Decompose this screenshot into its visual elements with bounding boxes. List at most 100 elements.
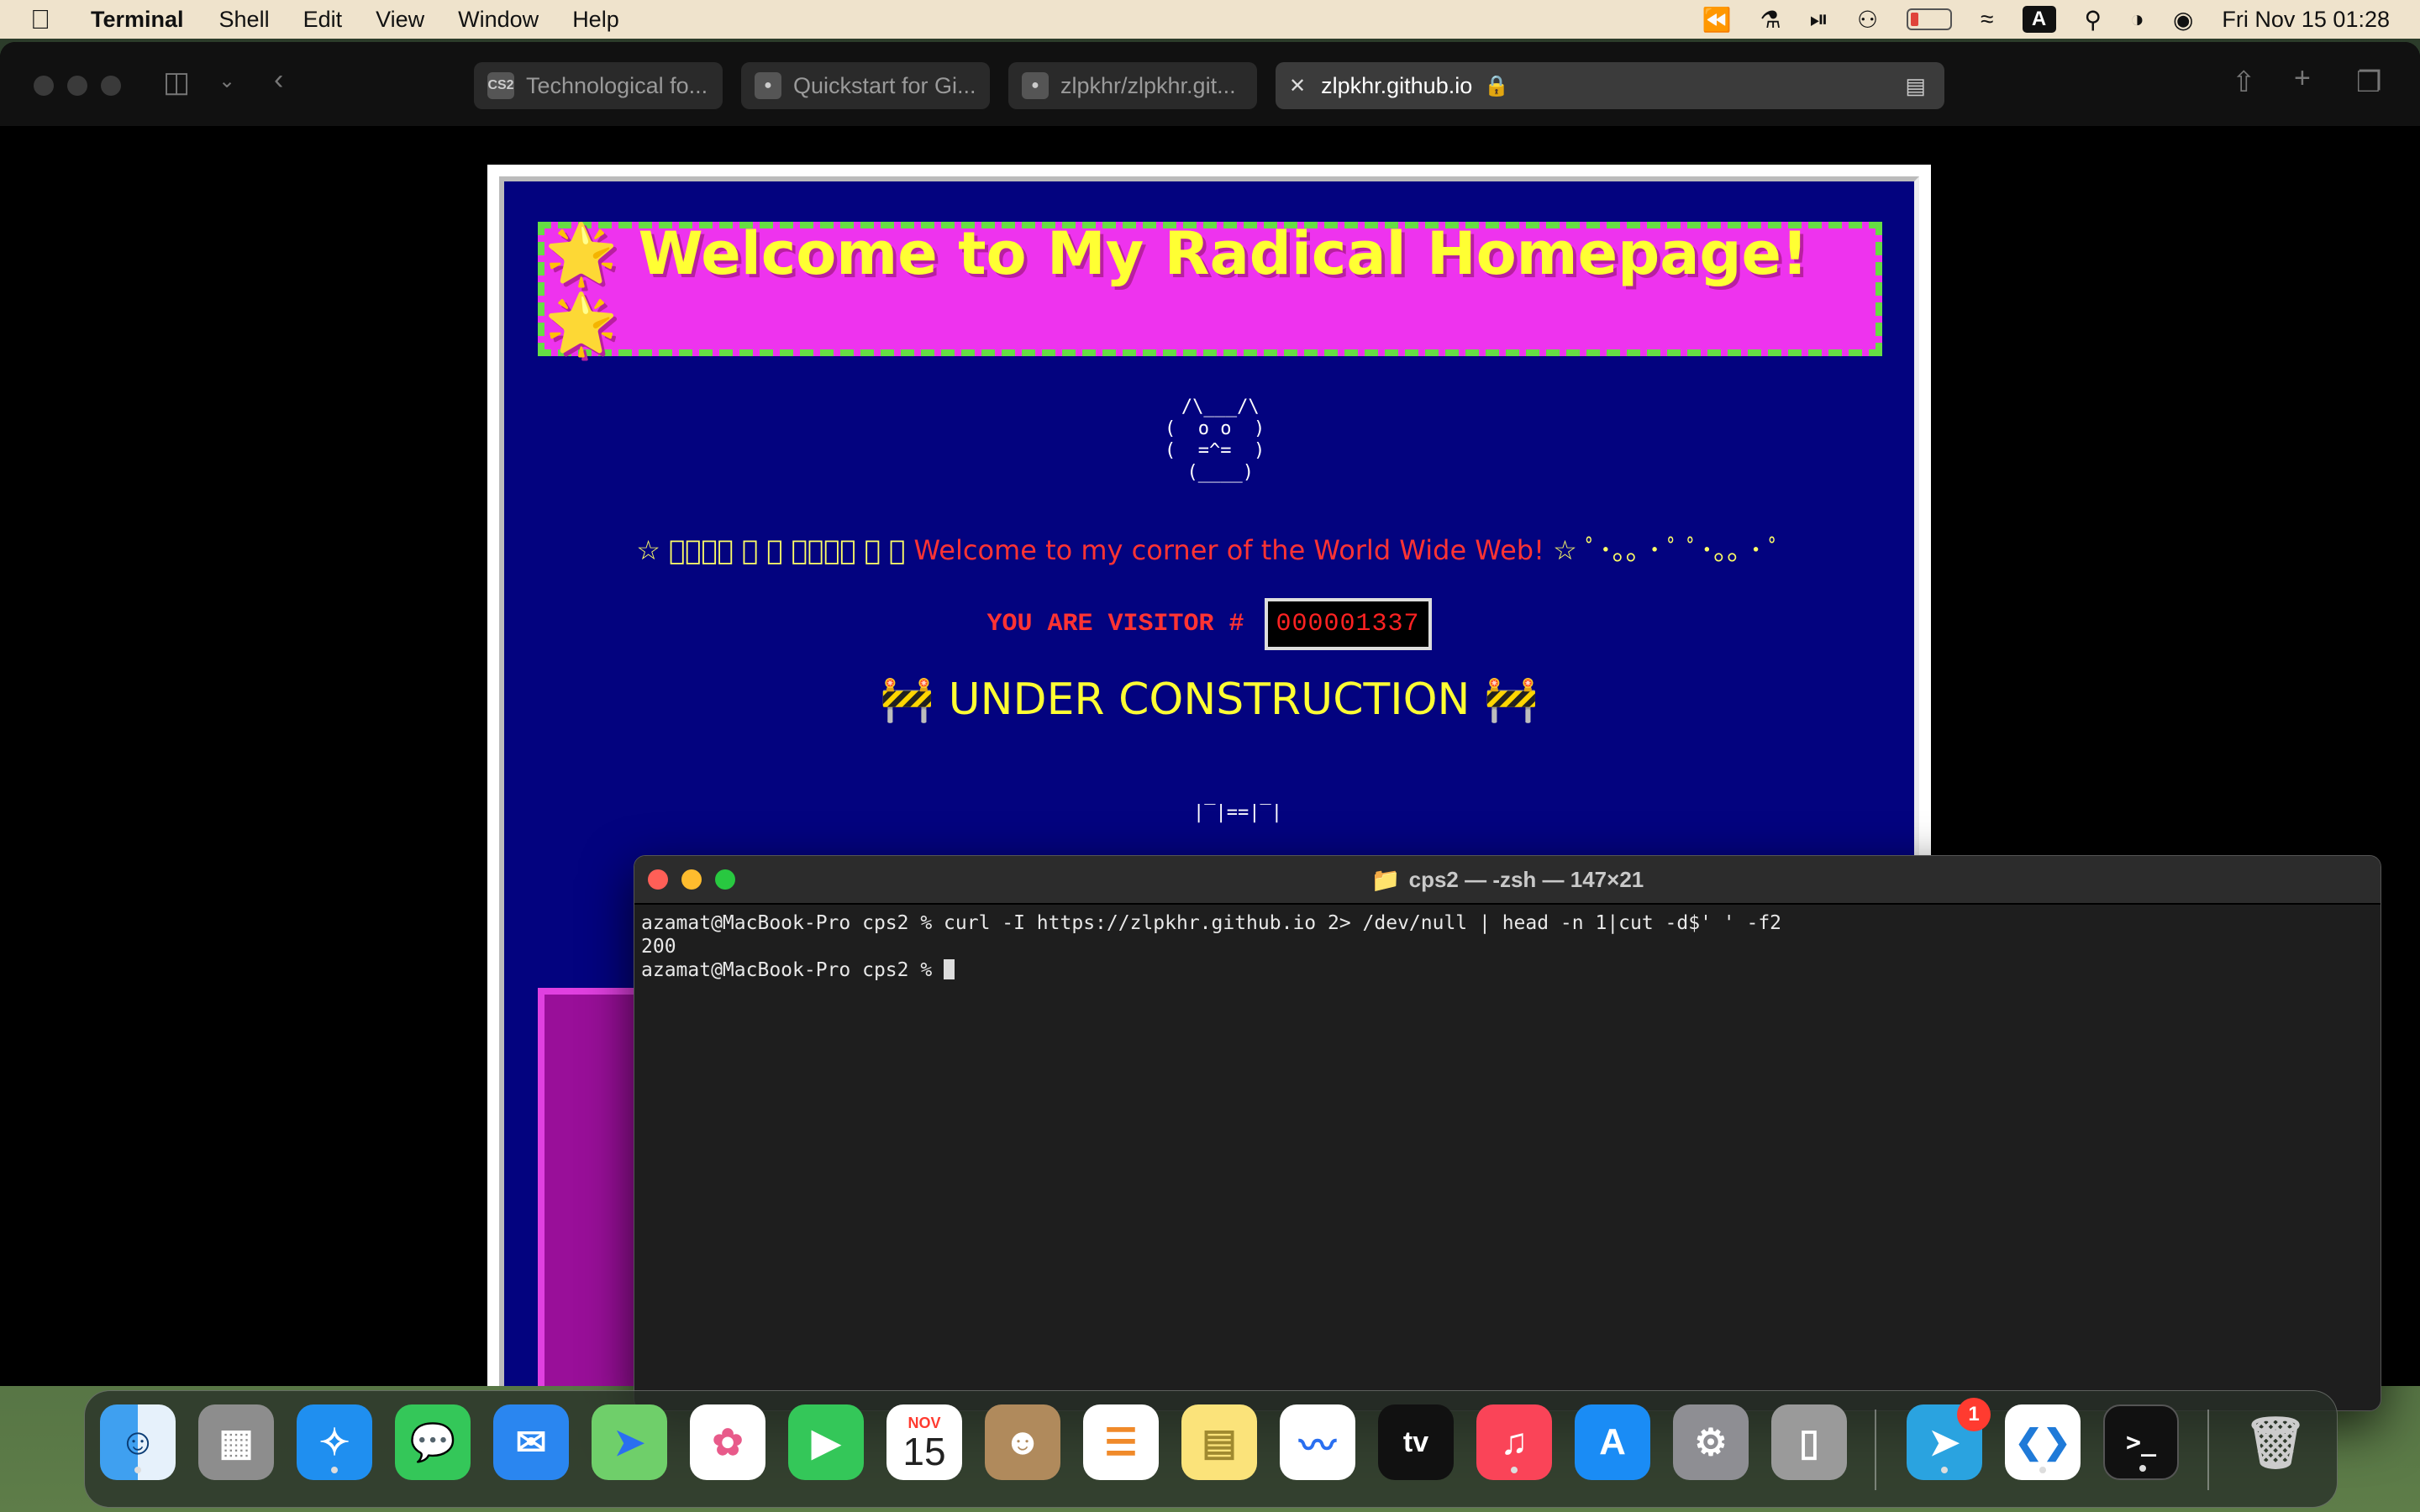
close-icon[interactable]: ✕ — [1289, 74, 1306, 98]
reminders-icon: ☰ — [1104, 1421, 1138, 1463]
dock-app-store[interactable]: A — [1575, 1404, 1650, 1480]
running-indicator — [1511, 1467, 1518, 1473]
dock-reminders[interactable]: ☰ — [1083, 1404, 1159, 1480]
stars-decoration-left: ☆ ﾟ･｡｡ ･ ﾟ ﾟ･｡｡ ･ ﾟ — [636, 534, 906, 566]
menu-bar:  Terminal Shell Edit View Window Help ⏪… — [0, 0, 2420, 39]
dock-music[interactable]: ♫ — [1476, 1404, 1552, 1480]
running-indicator — [1941, 1467, 1948, 1473]
play-circle-icon[interactable]: ⏯ — [1810, 6, 1828, 34]
tab-zlpkhr-github-io[interactable]: ✕ zlpkhr.github.io 🔒 ▤ — [1276, 62, 1944, 109]
control-center-icon[interactable]: ◑ — [2130, 6, 2144, 33]
github-icon: ● — [1022, 72, 1049, 99]
dock-messages[interactable]: 💬 — [395, 1404, 471, 1480]
terminal-output[interactable]: azamat@MacBook-Pro cps2 % curl -I https:… — [634, 905, 2381, 989]
vscode-icon: ❮❯ — [2014, 1424, 2071, 1461]
menu-edit[interactable]: Edit — [303, 7, 343, 33]
window-minimize-button[interactable] — [67, 76, 87, 96]
dock-system-settings[interactable]: ⚙ — [1673, 1404, 1749, 1480]
input-source-icon[interactable]: A — [2022, 6, 2056, 33]
dock-vscode[interactable]: ❮❯ — [2005, 1404, 2081, 1480]
terminal-line: azamat@MacBook-Pro cps2 % curl -I https:… — [641, 912, 1782, 934]
music-icon: ♫ — [1500, 1421, 1528, 1462]
notes-icon: ▤ — [1202, 1421, 1237, 1463]
dock-photos[interactable]: ✿ — [690, 1404, 765, 1480]
safari-icon: ✧ — [318, 1421, 350, 1463]
running-indicator — [2139, 1465, 2146, 1472]
terminal-close-button[interactable] — [648, 869, 668, 890]
gear-icon: ⚙ — [1694, 1421, 1728, 1463]
dock-safari[interactable]: ✧ — [297, 1404, 372, 1480]
terminal-prompt-line[interactable]: azamat@MacBook-Pro cps2 % — [641, 958, 2374, 982]
running-indicator — [2039, 1467, 2046, 1473]
dock: ☺ ▦ ✧ 💬 ✉ ➤ ✿ ▶ NOV 15 ☻ ☰ ▤ 〰 tv ♫ A ⚙ … — [84, 1390, 2338, 1508]
iphone-icon: ▯ — [1798, 1421, 1820, 1463]
dock-telegram[interactable]: ➤ 1 — [1907, 1398, 1991, 1480]
dock-finder[interactable]: ☺ — [100, 1404, 176, 1480]
menu-window[interactable]: Window — [458, 7, 539, 33]
wifi-icon[interactable]: ≈ — [1981, 6, 1993, 33]
terminal-minimize-button[interactable] — [681, 869, 702, 890]
new-tab-icon[interactable]: + — [2294, 62, 2311, 95]
under-construction-heading: 🚧 UNDER CONSTRUCTION 🚧 — [880, 675, 1539, 725]
running-indicator — [331, 1467, 338, 1473]
tab-title: zlpkhr/zlpkhr.git... — [1060, 72, 1236, 98]
tab-title: zlpkhr.github.io — [1321, 72, 1473, 98]
dock-maps[interactable]: ➤ — [592, 1404, 667, 1480]
folder-icon: 📁 — [1370, 866, 1401, 893]
notification-badge: 1 — [1957, 1398, 1991, 1431]
terminal-zoom-button[interactable] — [715, 869, 735, 890]
dock-freeform[interactable]: 〰 — [1280, 1404, 1355, 1480]
window-zoom-button[interactable] — [101, 76, 121, 96]
visitor-count: 000001337 — [1264, 598, 1432, 650]
launchpad-icon: ▦ — [218, 1421, 254, 1463]
dock-facetime[interactable]: ▶ — [788, 1404, 864, 1480]
dock-terminal[interactable]: >_ — [2103, 1404, 2179, 1480]
telegram-icon: ➤ — [1928, 1421, 1960, 1463]
github-icon: ● — [755, 72, 781, 99]
dock-launchpad[interactable]: ▦ — [198, 1404, 274, 1480]
tab-title: Technological fo... — [526, 72, 708, 98]
freeform-icon: 〰 — [1299, 1425, 1336, 1467]
terminal-title-text: cps2 — -zsh — 147×21 — [1408, 866, 1644, 892]
terminal-icon: >_ — [2125, 1427, 2157, 1457]
dock-trash[interactable]: 🗑 — [2238, 1404, 2313, 1480]
menu-view[interactable]: View — [376, 7, 424, 33]
reader-icon[interactable]: ▤ — [1905, 73, 1926, 99]
sidebar-icon[interactable]: ◫ — [163, 66, 190, 99]
airpods-icon[interactable]: ⚇ — [1857, 6, 1878, 34]
facetime-icon: ▶ — [812, 1421, 840, 1463]
search-icon[interactable]: ⚲ — [2085, 6, 2102, 34]
dock-contacts[interactable]: ☻ — [985, 1404, 1060, 1480]
dock-mail[interactable]: ✉ — [493, 1404, 569, 1480]
tab-title: Quickstart for Gi... — [793, 72, 976, 98]
welcome-text: Welcome to my corner of the World Wide W… — [913, 534, 1544, 566]
terminal-titlebar[interactable]: 📁 cps2 — -zsh — 147×21 — [634, 856, 2381, 905]
dock-calendar[interactable]: NOV 15 — [886, 1404, 962, 1480]
tab-quickstart[interactable]: ● Quickstart for Gi... — [741, 62, 990, 109]
menu-shell[interactable]: Shell — [219, 7, 270, 33]
tab-overview-icon[interactable]: ❐ — [2356, 66, 2381, 99]
menu-app-name[interactable]: Terminal — [91, 7, 184, 33]
welcome-banner: 🌟 Welcome to My Radical Homepage! 🌟 — [538, 219, 1882, 358]
dock-tv[interactable]: tv — [1378, 1404, 1454, 1480]
terminal-window[interactable]: 📁 cps2 — -zsh — 147×21 azamat@MacBook-Pr… — [634, 855, 2381, 1411]
back-icon[interactable]: ‹ — [274, 64, 283, 97]
tab-technological[interactable]: CS2 Technological fo... — [474, 62, 723, 109]
dock-notes[interactable]: ▤ — [1181, 1404, 1257, 1480]
menu-help[interactable]: Help — [572, 7, 619, 33]
accessibility-icon[interactable]: ⚗ — [1760, 6, 1781, 34]
share-icon[interactable]: ⇧ — [2232, 66, 2256, 99]
window-close-button[interactable] — [34, 76, 54, 96]
construction-ascii-art: |‾|==|‾| — [1193, 802, 1282, 823]
battery-icon[interactable] — [1907, 8, 1953, 30]
siri-icon[interactable]: ◉ — [2173, 6, 2193, 34]
chevron-down-icon[interactable]: ⌄ — [218, 69, 235, 93]
tab-zlpkhr-repo[interactable]: ● zlpkhr/zlpkhr.git... — [1008, 62, 1257, 109]
stars-decoration-right: ☆ ﾟ･｡｡ ･ ﾟ ﾟ･｡｡ ･ ﾟ — [1553, 534, 1782, 566]
clock[interactable]: Fri Nov 15 01:28 — [2222, 7, 2390, 33]
apple-menu-icon[interactable]:  — [30, 4, 64, 35]
dock-iphone-mirroring[interactable]: ▯ — [1771, 1404, 1847, 1480]
mail-icon: ✉ — [515, 1421, 547, 1463]
dock-separator — [2207, 1410, 2209, 1490]
rewind-icon[interactable]: ⏪ — [1702, 6, 1732, 34]
